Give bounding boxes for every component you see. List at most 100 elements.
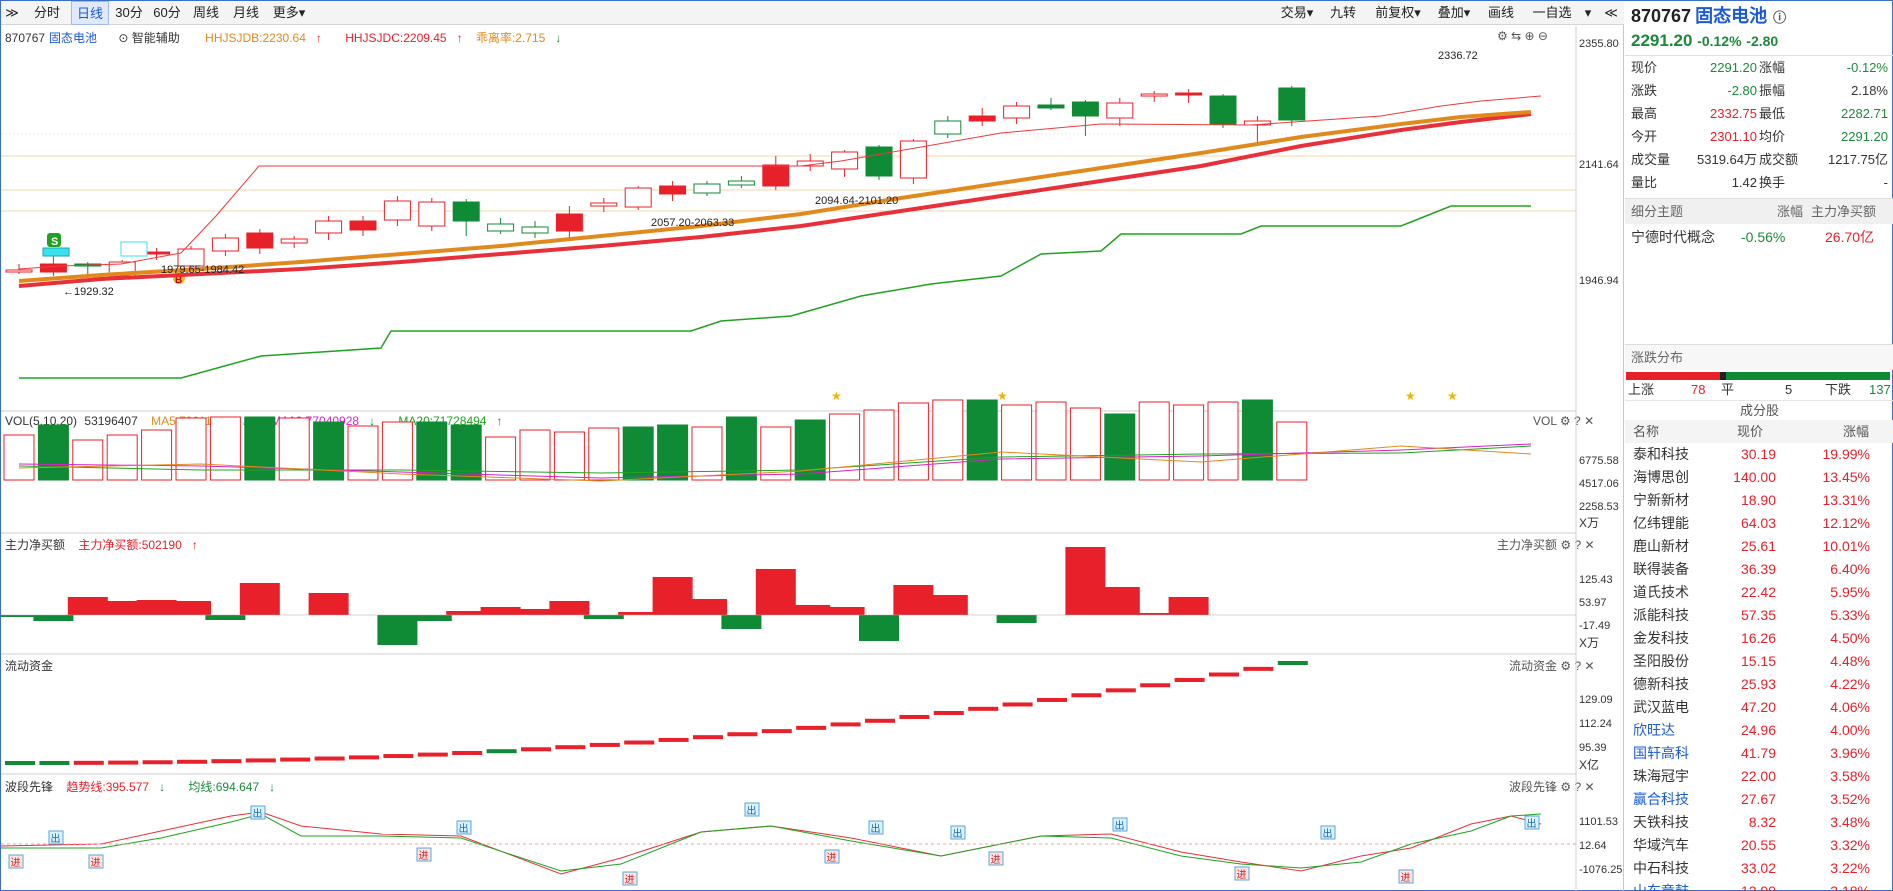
more-dropdown[interactable]: 更多▾ <box>267 1 311 25</box>
net-bar <box>618 612 659 615</box>
quote-label: 量比 <box>1631 175 1658 190</box>
cons-row[interactable]: 亿纬锂能 64.03 12.12% <box>1625 512 1893 535</box>
vol-bar <box>1069 407 1101 481</box>
cons-chg: 5.33% <box>1830 607 1870 623</box>
draw-button[interactable]: 画线 <box>1481 1 1521 25</box>
cons-chg: 5.95% <box>1830 584 1870 600</box>
cons-row[interactable]: 珠海冠宇 22.00 3.58% <box>1625 765 1893 788</box>
net-bar <box>33 615 74 621</box>
flow-bar <box>658 737 689 742</box>
wave-tag-text: 出 <box>1115 819 1125 832</box>
quote-price-line: 2291.20 -0.12% -2.80 <box>1625 31 1893 53</box>
dist-flat: 5 <box>1785 382 1793 397</box>
candle-body-cyan <box>120 241 148 257</box>
cons-row[interactable]: 华域汽车 20.55 3.32% <box>1625 834 1893 857</box>
watchlist-dropdown-icon[interactable]: ▾ <box>1581 1 1595 25</box>
cons-price: 25.93 <box>1740 676 1776 692</box>
cons-chg: 19.99% <box>1822 446 1870 462</box>
quote-row: 成交量 5319.64万 成交额 1217.75亿 <box>1625 148 1893 171</box>
cons-row[interactable]: 鹿山新材 25.61 10.01% <box>1625 535 1893 558</box>
net-bar <box>859 615 899 641</box>
star-icon: ★ <box>831 389 842 403</box>
overlay-label: 叠加 <box>1437 5 1464 20</box>
wave-tag-text: 进 <box>91 857 101 869</box>
kline-chart[interactable]: SB★ ★ ★ ★出出出出出 出出出出进 进进进进 进进进 2355.802141.6419… <box>1 26 1623 891</box>
cons-row[interactable]: 金发科技 16.26 4.50% <box>1625 627 1893 650</box>
cons-chg: 3.22% <box>1830 860 1870 876</box>
theme-amt: 26.70亿 <box>1825 229 1875 245</box>
candle-body <box>211 237 239 252</box>
cons-row[interactable]: 派能科技 57.35 5.33% <box>1625 604 1893 627</box>
info-icon[interactable]: ⓘ <box>1773 10 1786 25</box>
vol-unit: X万 <box>1579 516 1599 530</box>
quote-code: 870767 <box>1631 6 1692 26</box>
tab-weekly[interactable]: 周线 <box>187 1 225 25</box>
cons-row[interactable]: 道氏技术 22.42 5.95% <box>1625 581 1893 604</box>
cons-row[interactable]: 武汉蓝电 47.20 4.06% <box>1625 696 1893 719</box>
cons-name: 赢合科技 <box>1633 791 1689 807</box>
net-bar <box>755 569 796 615</box>
cons-row[interactable]: 山东章鼓 12.99 3.18% <box>1625 880 1893 891</box>
dist-up: 78 <box>1691 382 1706 397</box>
tab-daily[interactable]: 日线 <box>71 1 109 25</box>
wave-ytick-2: 12.64 <box>1579 840 1607 852</box>
adjust-dropdown[interactable]: 前复权▾ <box>1369 1 1427 25</box>
vol-bar <box>485 436 517 481</box>
cons-row[interactable]: 圣阳股份 15.15 4.48% <box>1625 650 1893 673</box>
net-bar <box>136 600 177 615</box>
quote-value: 2291.20 <box>1710 60 1757 75</box>
cons-row[interactable]: 赢合科技 27.67 3.52% <box>1625 788 1893 811</box>
cons-row[interactable]: 宁新新材 18.90 13.31% <box>1625 489 1893 512</box>
dist-down: 137 <box>1869 382 1891 397</box>
tab-60min[interactable]: 60分 <box>149 1 185 25</box>
cons-row[interactable]: 国轩高科 41.79 3.96% <box>1625 742 1893 765</box>
tab-monthly[interactable]: 月线 <box>227 1 265 25</box>
theme-name: 宁德时代概念 <box>1631 229 1715 245</box>
cons-row[interactable]: 欣旺达 24.96 4.00% <box>1625 719 1893 742</box>
cons-h3: 涨幅 <box>1843 424 1870 439</box>
cons-name: 道氏技术 <box>1633 584 1689 600</box>
cons-row[interactable]: 中石科技 33.02 3.22% <box>1625 857 1893 880</box>
main-ytick-2: 2141.64 <box>1579 159 1619 171</box>
vol-bar <box>3 434 35 481</box>
wave-tag-text: 出 <box>747 804 757 817</box>
quote-label: 涨跌 <box>1631 83 1658 98</box>
cons-name: 中石科技 <box>1633 860 1689 876</box>
cons-row[interactable]: 泰和科技 30.19 19.99% <box>1625 443 1893 466</box>
cons-chg: 3.58% <box>1830 768 1870 784</box>
expand-icon[interactable]: ≫ <box>1 1 23 25</box>
cons-price: 15.15 <box>1740 653 1776 669</box>
cons-row[interactable]: 德新科技 25.93 4.22% <box>1625 673 1893 696</box>
flow-bar <box>796 725 827 730</box>
candle-body <box>1106 102 1134 119</box>
vol-bar <box>897 402 929 481</box>
flow-bar <box>968 706 999 711</box>
net-ytick-1: 125.43 <box>1579 574 1613 586</box>
cons-name: 海博思创 <box>1633 469 1689 485</box>
wave-avg-line <box>1 813 1542 872</box>
watchlist-button[interactable]: 一自选 <box>1525 1 1579 25</box>
flow-bar <box>108 760 139 765</box>
cons-chg: 4.22% <box>1830 676 1870 692</box>
tab-fenshi[interactable]: 分时 <box>25 1 69 25</box>
vol-bar <box>932 399 964 481</box>
chart-area[interactable]: ≫ 分时 日线 30分 60分 周线 月线 更多▾ 交易▾ 九转 前复权▾ 叠加… <box>1 1 1624 891</box>
overlay-dropdown[interactable]: 叠加▾ <box>1431 1 1477 25</box>
cons-name: 派能科技 <box>1633 607 1689 623</box>
cons-row[interactable]: 联得装备 36.39 6.40% <box>1625 558 1893 581</box>
net-bar <box>721 615 762 629</box>
cons-row[interactable]: 天铁科技 8.32 3.48% <box>1625 811 1893 834</box>
theme-chg: -0.56% <box>1741 229 1786 245</box>
collapse-right-icon[interactable]: ≪ <box>1601 1 1621 25</box>
vol-bar <box>141 429 173 481</box>
quote-chg: -0.12% <box>1697 33 1742 49</box>
trade-dropdown[interactable]: 交易▾ <box>1277 1 1317 25</box>
candle-body <box>1071 101 1099 117</box>
theme-row[interactable]: 宁德时代概念 -0.56% 26.70亿 <box>1625 224 1893 250</box>
cons-row[interactable]: 海博思创 140.00 13.45% <box>1625 466 1893 489</box>
tab-30min[interactable]: 30分 <box>111 1 147 25</box>
jiuzhuan-button[interactable]: 九转 <box>1323 1 1363 25</box>
cons-price: 64.03 <box>1740 515 1776 531</box>
wave-tag-text: 出 <box>871 822 881 835</box>
more-label: 更多 <box>272 5 299 20</box>
